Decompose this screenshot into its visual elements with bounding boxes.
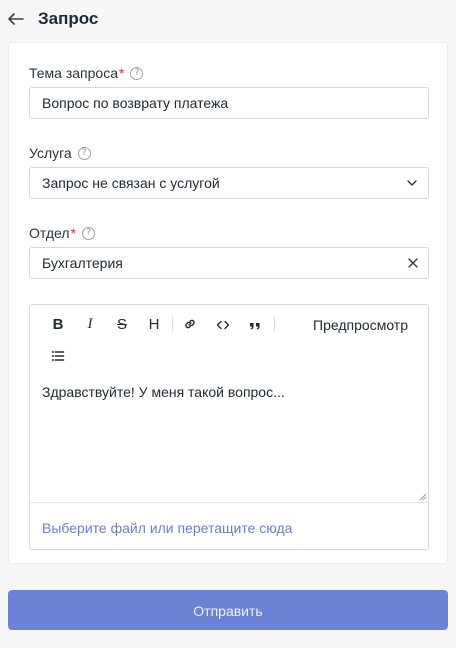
- link-button[interactable]: [179, 313, 201, 335]
- required-mark: *: [70, 225, 76, 241]
- chevron-down-icon: [407, 180, 417, 186]
- request-form-card: Тема запроса *? Вопрос по возврату платеж…: [8, 42, 448, 564]
- quote-button[interactable]: [244, 314, 266, 336]
- message-editor: B I S H Предпросмотр Здравствуйте! У мен…: [29, 304, 429, 550]
- required-mark: *: [119, 65, 125, 81]
- page-header: Запрос: [0, 0, 456, 40]
- submit-button[interactable]: Отправить: [8, 590, 448, 630]
- editor-content[interactable]: Здравствуйте! У меня такой вопрос...: [42, 383, 285, 401]
- department-label-text: Отдел: [29, 225, 70, 241]
- list-button[interactable]: [47, 345, 69, 367]
- preview-button[interactable]: Предпросмотр: [313, 317, 408, 333]
- subject-input[interactable]: Вопрос по возврату платежа: [29, 87, 429, 119]
- list-icon: [51, 351, 65, 361]
- department-label: Отдел *?: [29, 224, 95, 242]
- heading-button[interactable]: H: [143, 313, 165, 335]
- resize-handle-icon[interactable]: [419, 493, 427, 501]
- arrow-left-icon[interactable]: [6, 9, 26, 29]
- department-select-value: Бухгалтерия: [42, 255, 123, 271]
- help-icon[interactable]: ?: [81, 226, 95, 240]
- bold-button[interactable]: B: [47, 313, 69, 335]
- toolbar-divider: [172, 317, 173, 331]
- file-upload-link[interactable]: Выберите файл или перетащите сюда: [42, 519, 292, 537]
- page-title: Запрос: [38, 9, 99, 28]
- department-select[interactable]: Бухгалтерия: [29, 247, 429, 279]
- subject-label-text: Тема запроса: [29, 65, 118, 81]
- italic-button[interactable]: I: [79, 313, 101, 335]
- service-label-text: Услуга: [29, 145, 72, 161]
- strikethrough-button[interactable]: S: [111, 313, 133, 335]
- code-button[interactable]: [212, 314, 234, 336]
- service-select-value: Запрос не связан с услугой: [42, 175, 220, 191]
- link-icon: [185, 319, 195, 329]
- quote-icon: [250, 323, 260, 330]
- editor-divider: [30, 502, 428, 503]
- subject-label: Тема запроса *?: [29, 64, 144, 82]
- service-select[interactable]: Запрос не связан с услугой: [29, 167, 429, 199]
- help-icon[interactable]: ?: [77, 146, 91, 160]
- toolbar-divider: [274, 317, 275, 331]
- help-icon[interactable]: ?: [130, 66, 144, 80]
- close-icon[interactable]: [407, 257, 419, 269]
- code-icon: [216, 320, 230, 330]
- service-label: Услуга?: [29, 144, 91, 162]
